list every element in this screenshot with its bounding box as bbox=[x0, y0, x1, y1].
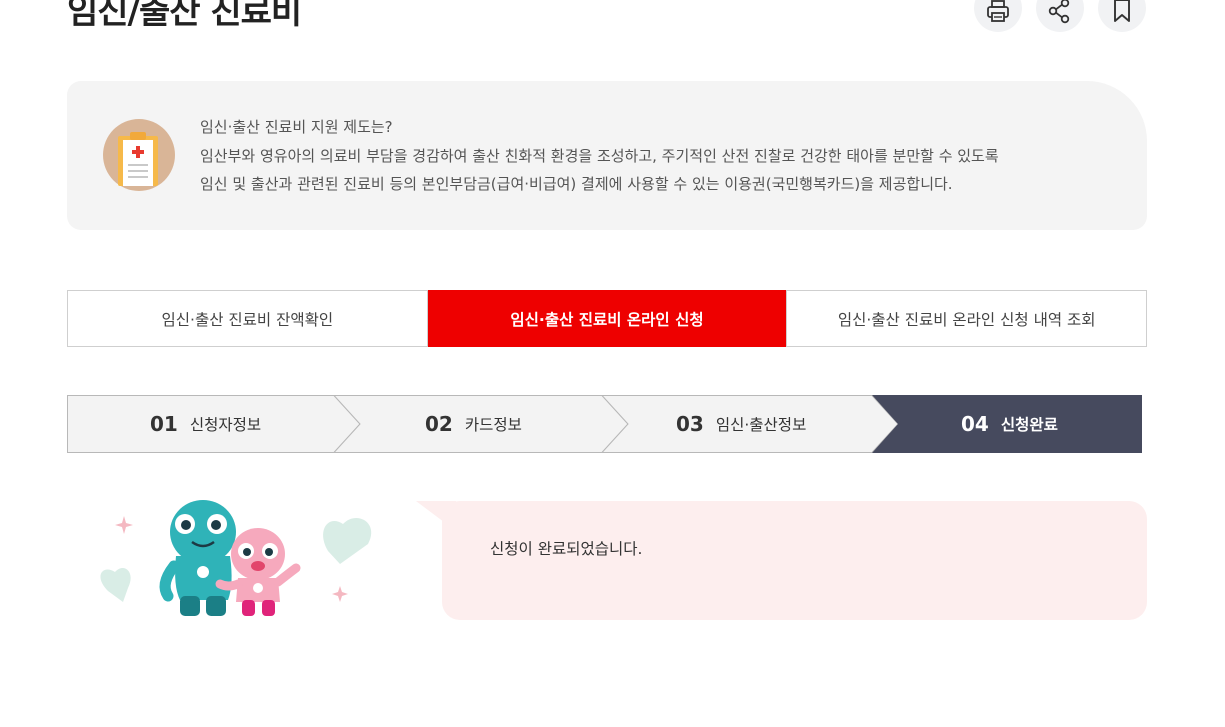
result-message-box: 신청이 완료되었습니다. bbox=[442, 501, 1147, 620]
step-label: 신청자정보 bbox=[189, 416, 262, 434]
step-label: 카드정보 bbox=[464, 416, 522, 434]
step-number: 04 bbox=[961, 412, 989, 436]
step-number: 03 bbox=[676, 412, 704, 436]
step-1: 01 신청자정보 bbox=[150, 395, 261, 453]
tab-application-history[interactable]: 임신·출산 진료비 온라인 신청 내역 조회 bbox=[786, 291, 1146, 346]
print-icon bbox=[987, 0, 1009, 22]
info-line: 임신 및 출산과 관련된 진료비 등의 본인부담금(급여·비급여) 결제에 사용… bbox=[200, 175, 953, 193]
info-text: 임신·출산 진료비 지원 제도는? 임산부와 영유아의 의료비 부담을 경감하여… bbox=[200, 113, 999, 199]
result-message: 신청이 완료되었습니다. bbox=[490, 540, 643, 558]
toolbar bbox=[974, 0, 1146, 32]
page-title: 임신/출산 진료비 bbox=[67, 0, 302, 32]
step-2: 02 카드정보 bbox=[425, 395, 522, 453]
info-line: 임산부와 영유아의 의료비 부담을 경감하여 출산 친화적 환경을 조성하고, … bbox=[200, 146, 999, 165]
print-button[interactable] bbox=[974, 0, 1022, 32]
step-number: 01 bbox=[150, 412, 178, 436]
mascot-illustration bbox=[100, 500, 372, 616]
info-box: 임신·출산 진료비 지원 제도는? 임산부와 영유아의 의료비 부담을 경감하여… bbox=[67, 81, 1147, 230]
step-number: 02 bbox=[425, 412, 453, 436]
service-tabs: 임신·출산 진료비 잔액확인 임신·출산 진료비 온라인 신청 임신·출산 진료… bbox=[67, 290, 1147, 347]
bookmark-button[interactable] bbox=[1098, 0, 1146, 32]
share-button[interactable] bbox=[1036, 0, 1084, 32]
step-label: 임신·출산정보 bbox=[715, 416, 807, 434]
step-3: 03 임신·출산정보 bbox=[676, 395, 806, 453]
bookmark-icon bbox=[1114, 0, 1130, 22]
medical-record-icon bbox=[103, 119, 175, 191]
step-indicator: 01 신청자정보 02 카드정보 03 임신·출산정보 04 신청완료 bbox=[67, 395, 1142, 453]
tab-online-application[interactable]: 임신·출산 진료비 온라인 신청 bbox=[426, 290, 787, 347]
step-4: 04 신청완료 bbox=[961, 395, 1058, 453]
info-heading: 임신·출산 진료비 지원 제도는? bbox=[200, 118, 393, 136]
step-label: 신청완료 bbox=[1000, 416, 1058, 434]
share-icon bbox=[1048, 0, 1070, 24]
tab-balance-check[interactable]: 임신·출산 진료비 잔액확인 bbox=[68, 291, 427, 346]
